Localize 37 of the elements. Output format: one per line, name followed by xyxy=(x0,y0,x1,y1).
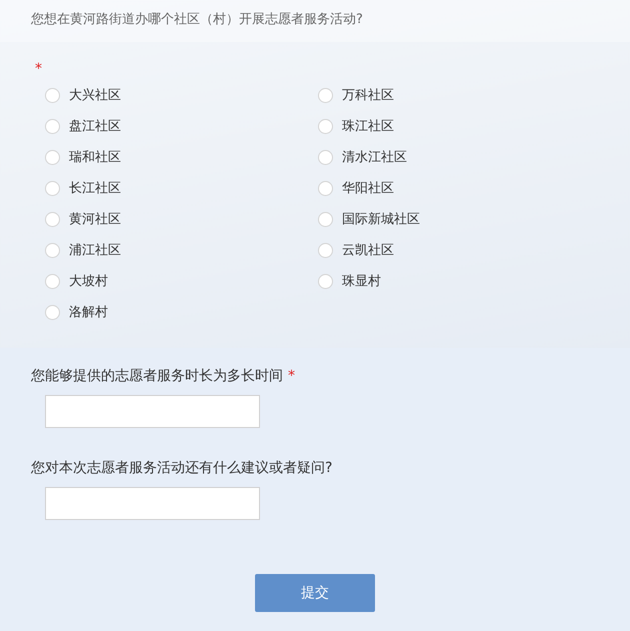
radio-button[interactable] xyxy=(45,274,60,288)
option-label[interactable]: 瑞和社区 xyxy=(69,148,121,166)
radio-button[interactable] xyxy=(45,88,60,102)
option-label[interactable]: 珠江社区 xyxy=(342,117,394,135)
radio-button[interactable] xyxy=(318,150,333,164)
input-field[interactable] xyxy=(45,395,260,428)
option-label[interactable]: 国际新城社区 xyxy=(342,210,420,228)
option-label[interactable]: 云凯社区 xyxy=(342,241,394,259)
option-label[interactable]: 清水江社区 xyxy=(342,148,407,166)
radio-button[interactable] xyxy=(318,180,333,196)
required-mark: * xyxy=(288,368,295,384)
radio-button[interactable] xyxy=(45,150,60,164)
option-label[interactable]: 浦江社区 xyxy=(69,241,121,259)
field-label: 您能够提供的志愿者服务时长为多长时间 xyxy=(31,367,283,385)
radio-button[interactable] xyxy=(318,274,333,288)
radio-button[interactable] xyxy=(45,180,60,196)
option-label[interactable]: 万科社区 xyxy=(342,86,394,104)
required-mark: * xyxy=(35,61,42,77)
radio-button[interactable] xyxy=(45,242,60,258)
option-label[interactable]: 华阳社区 xyxy=(342,179,394,197)
radio-button[interactable] xyxy=(318,212,333,226)
field-label: 您对本次志愿者服务活动还有什么建议或者疑问? xyxy=(31,459,332,477)
radio-button[interactable] xyxy=(318,88,333,102)
option-label[interactable]: 珠显村 xyxy=(342,272,381,290)
option-label[interactable]: 黄河社区 xyxy=(69,210,121,228)
radio-button[interactable] xyxy=(45,118,60,134)
option-label[interactable]: 洛解村 xyxy=(69,303,108,321)
option-label[interactable]: 长江社区 xyxy=(69,179,121,197)
radio-button[interactable] xyxy=(45,304,60,320)
radio-button[interactable] xyxy=(318,242,333,258)
option-label[interactable]: 大兴社区 xyxy=(69,86,121,104)
option-label[interactable]: 大坡村 xyxy=(69,272,108,290)
question-title: 您想在黄河路街道办哪个社区（村）开展志愿者服务活动? xyxy=(0,0,630,42)
radio-button[interactable] xyxy=(318,118,333,134)
radio-button[interactable] xyxy=(45,212,60,226)
option-label[interactable]: 盘江社区 xyxy=(69,117,121,135)
input-field[interactable] xyxy=(45,487,260,520)
